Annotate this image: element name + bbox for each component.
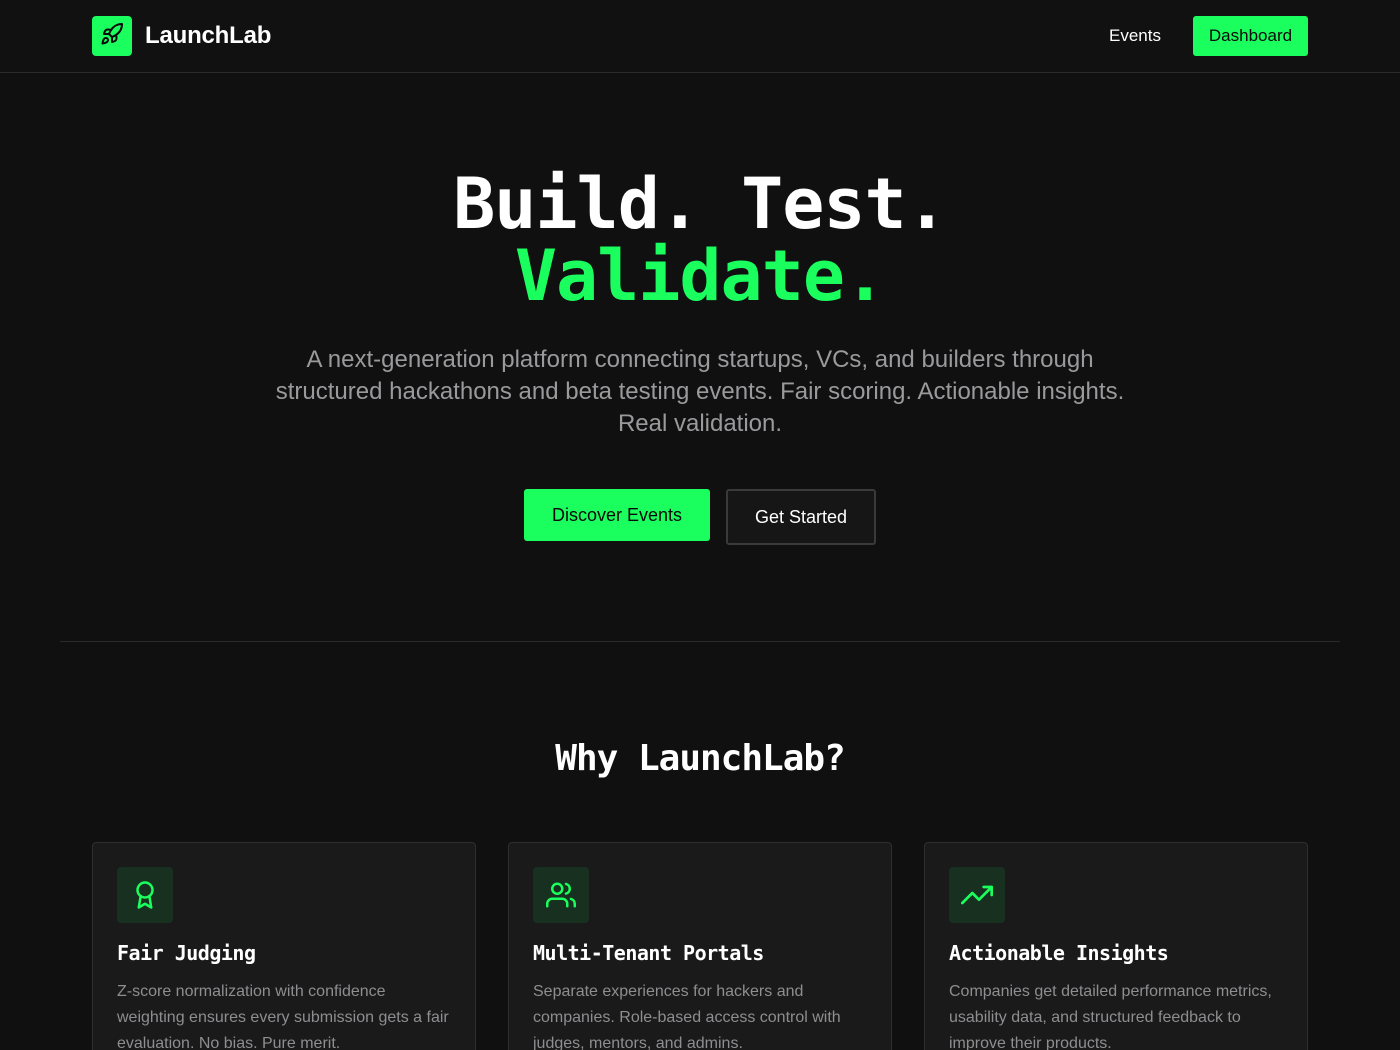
get-started-button[interactable]: Get Started [726,489,876,545]
section-divider [60,641,1340,642]
feature-card-text: Z-score normalization with confidence we… [117,983,449,1050]
users-icon [533,867,589,923]
feature-card-actionable-insights: Actionable Insights Companies get detail… [924,842,1308,1050]
feature-card-title: Actionable Insights [949,941,1169,965]
logo[interactable] [92,16,132,56]
feature-card-multi-tenant: Multi-Tenant Portals Separate experience… [508,842,892,1050]
award-icon [117,867,173,923]
discover-events-button[interactable]: Discover Events [524,489,710,541]
rocket-icon [100,22,124,51]
feature-card-fair-judging: Fair Judging Z-score normalization with … [92,842,476,1050]
top-nav: LaunchLab Events Dashboard [0,0,1400,73]
feature-card-text: Companies get detailed performance metri… [949,983,1272,1050]
hero-subtitle: A next-generation platform connecting st… [275,346,1125,437]
hero-title: Build. Test. Validate. [0,168,1400,312]
hero-title-line-2: Validate. [514,235,886,317]
brand-name[interactable]: LaunchLab [145,22,271,50]
feature-card-title: Multi-Tenant Portals [533,941,764,965]
hero-title-line-1: Build. Test. [453,163,948,245]
dashboard-button[interactable]: Dashboard [1193,16,1308,56]
feature-card-title: Fair Judging [117,941,256,965]
features-title: Why LaunchLab? [555,738,845,779]
nav-link-events[interactable]: Events [1094,24,1176,48]
feature-card-text: Separate experiences for hackers and com… [533,983,841,1050]
trending-up-icon [949,867,1005,923]
